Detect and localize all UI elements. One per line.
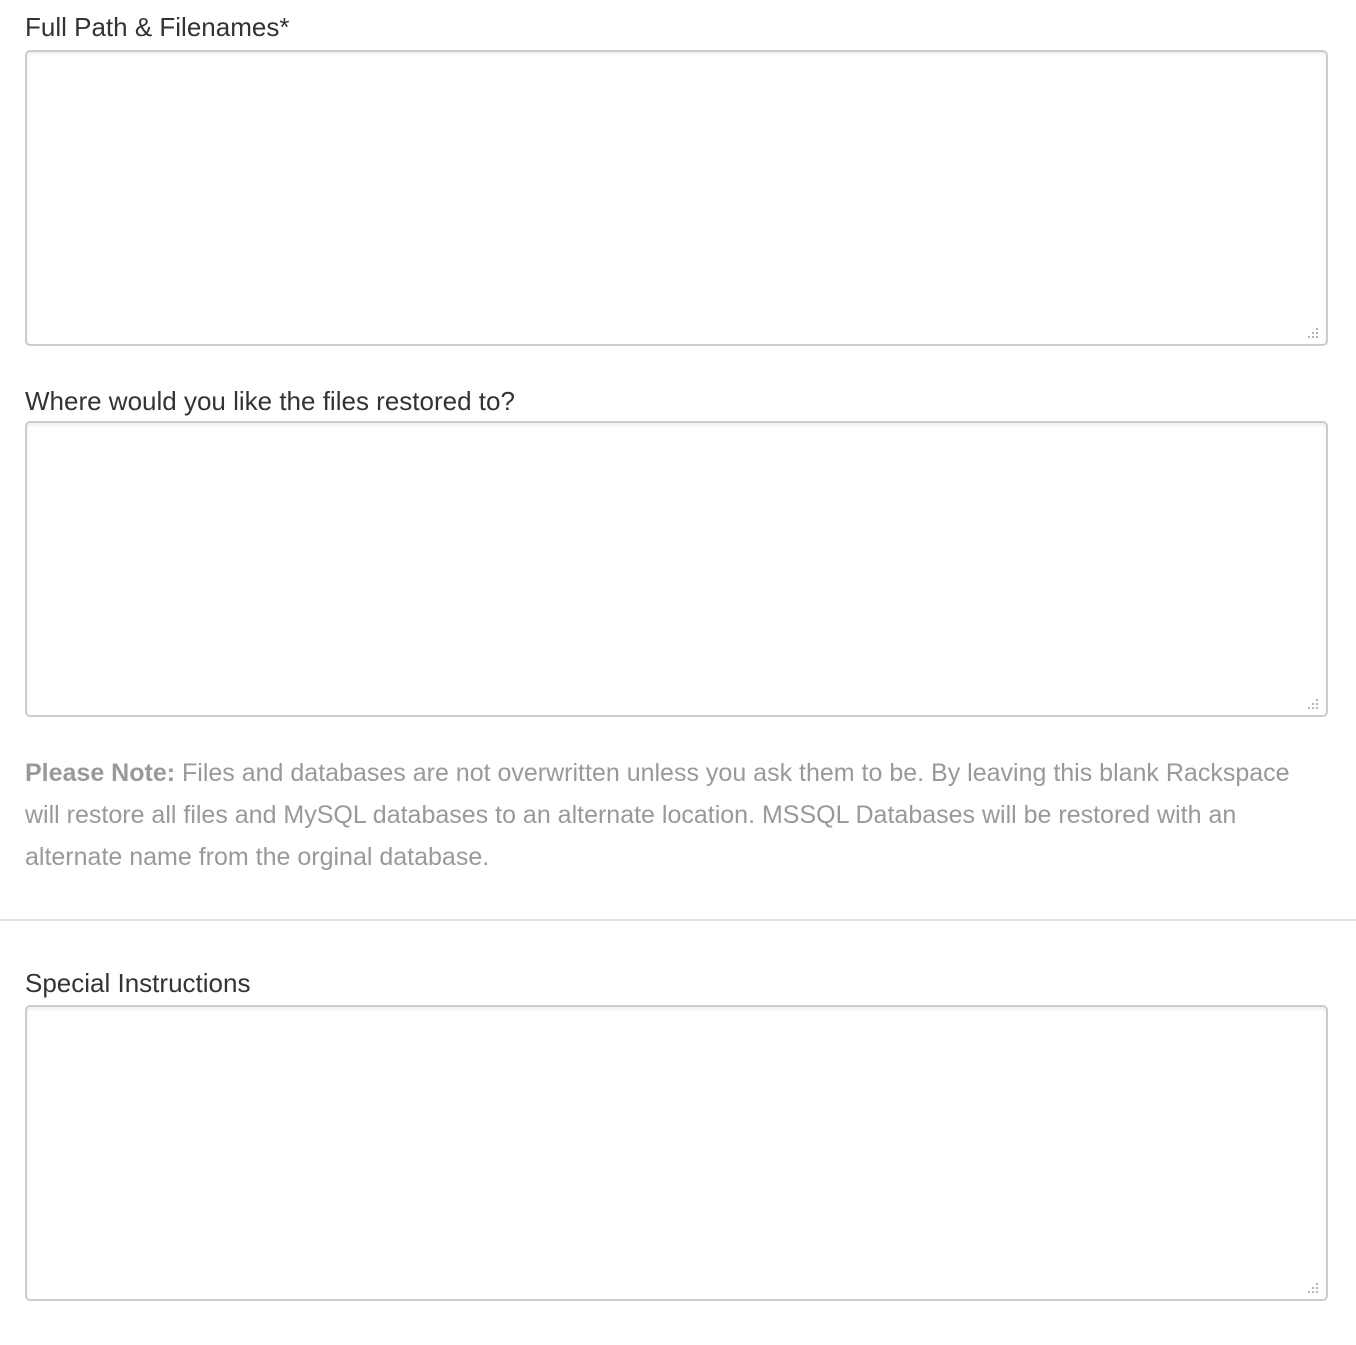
resize-grip-icon[interactable] xyxy=(1304,326,1320,342)
full-path-filenames-textarea[interactable] xyxy=(25,50,1328,346)
please-note-body: Files and databases are not overwritten … xyxy=(25,759,1290,871)
full-path-filenames-label: Full Path & Filenames* xyxy=(25,12,290,42)
section-divider xyxy=(0,919,1356,921)
special-instructions-textarea[interactable] xyxy=(25,1005,1328,1301)
restore-location-label: Where would you like the files restored … xyxy=(25,386,515,416)
please-note-prefix: Please Note: xyxy=(25,759,176,787)
restore-location-textarea[interactable] xyxy=(25,421,1328,717)
resize-grip-icon[interactable] xyxy=(1304,1281,1320,1297)
please-note-text: Please Note: Files and databases are not… xyxy=(25,752,1325,878)
special-instructions-label: Special Instructions xyxy=(25,968,251,998)
resize-grip-icon[interactable] xyxy=(1304,697,1320,713)
